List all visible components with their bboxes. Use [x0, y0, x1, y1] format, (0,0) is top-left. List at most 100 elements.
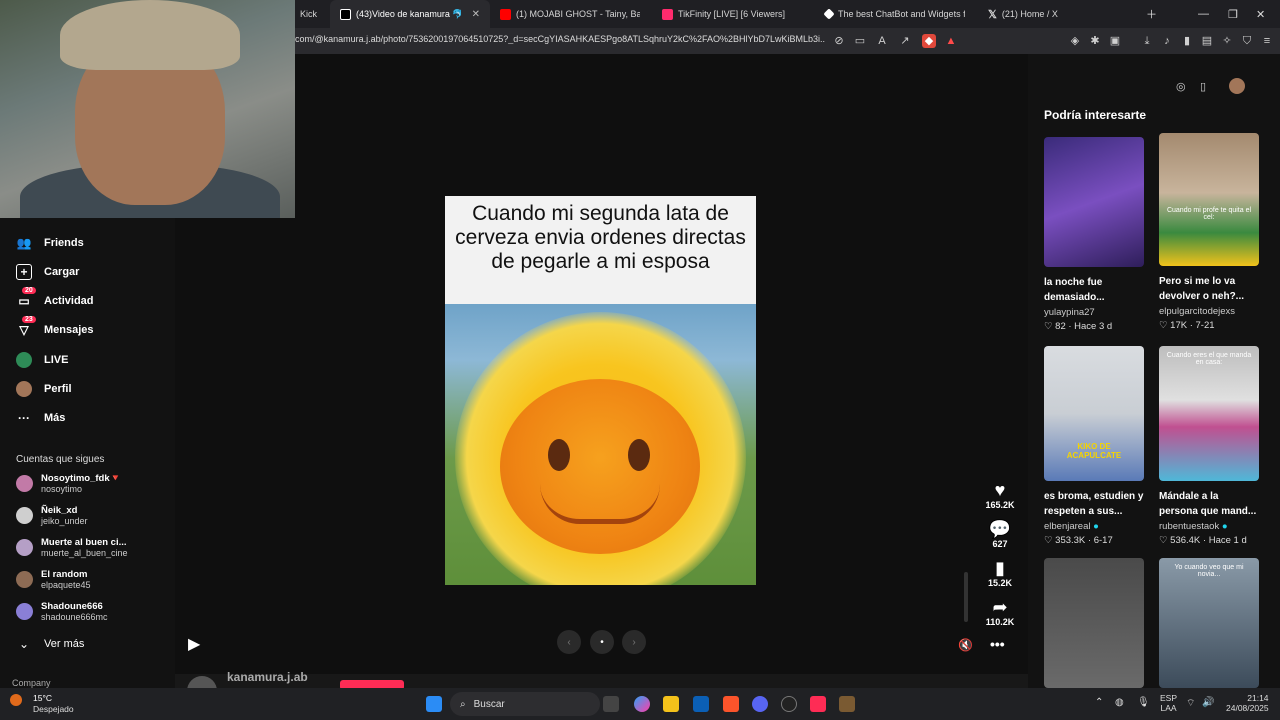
volume-icon[interactable]: 🔊 [1202, 697, 1214, 708]
discord-icon[interactable] [752, 696, 768, 712]
ai-icon[interactable]: ✧ [1220, 34, 1234, 48]
nav-more[interactable]: ··· Más [16, 410, 65, 426]
music-icon[interactable]: ♪ [1160, 34, 1174, 48]
author-name[interactable]: kanamura.j.ab [227, 670, 308, 684]
clock[interactable]: 21:14 24/08/2025 [1226, 693, 1269, 713]
like-button[interactable]: ♥ 165.2K [980, 480, 1020, 510]
volume-slider[interactable] [964, 572, 968, 622]
nav-activity[interactable]: ▭ 20 Actividad [16, 287, 94, 309]
play-icon[interactable]: ▶ [188, 634, 200, 654]
post-image[interactable]: Cuando mi segunda lata de cerveza envia … [445, 196, 756, 585]
screenshot-icon[interactable]: ▣ [1108, 34, 1122, 48]
following-item[interactable]: El random elpaquete45 [16, 569, 91, 590]
brave-shield-icon[interactable]: ◆ [922, 34, 936, 48]
following-item[interactable]: Ñeik_xd jeiko_under [16, 505, 88, 526]
extension-icon[interactable]: ◈ [1068, 34, 1082, 48]
share-button[interactable]: ➦ 110.2K [980, 597, 1020, 627]
suggestion-card[interactable]: Yo cuando veo que mi novia... [1159, 558, 1259, 688]
compass-icon[interactable]: ◎ [1176, 80, 1186, 93]
following-item[interactable]: Nosoytimo_fdk🔻 nosoytimo [16, 473, 121, 494]
card-stats: ♡ 82 · Hace 3 d [1044, 321, 1113, 332]
suggestion-card[interactable] [1044, 558, 1144, 688]
vpn-icon[interactable]: ⛉ [1240, 34, 1254, 48]
copilot-icon[interactable] [634, 696, 650, 712]
close-icon[interactable]: ✕ [472, 9, 480, 20]
suggestion-card[interactable]: Cuando eres el que manda en casa: Mándal… [1159, 346, 1259, 546]
tab-x[interactable]: 𝕏 (21) Home / X [978, 0, 1138, 28]
nav-upload[interactable]: + Cargar [16, 264, 79, 280]
carousel-next-button[interactable]: › [622, 630, 646, 654]
download-icon[interactable]: ⤓ [1140, 34, 1154, 48]
store-icon[interactable] [693, 696, 709, 712]
tab-tiktok-active[interactable]: (43)Video de kanamura 🐬 ( ✕ [330, 0, 490, 28]
menu-icon[interactable]: ≡ [1260, 34, 1274, 48]
rewards-icon[interactable]: ▲ [944, 34, 958, 48]
plus-icon: ＋ [1146, 9, 1157, 21]
see-more-button[interactable]: ⌄ Ver más [16, 636, 84, 652]
chevron-up-icon[interactable]: ⌃ [1095, 697, 1103, 708]
translate-icon[interactable]: A [875, 34, 889, 48]
tab-kick[interactable]: Kick [290, 0, 330, 28]
suggestion-card[interactable]: Cuando mi profe te quita el cel: Pero si… [1159, 133, 1259, 331]
file-explorer-icon[interactable] [663, 696, 679, 712]
activity-badge: 20 [22, 287, 36, 294]
puzzle-icon[interactable]: ✱ [1088, 34, 1102, 48]
close-window-button[interactable]: ✕ [1256, 0, 1265, 28]
suggestion-card[interactable]: la noche fue demasiado... yulaypina27 ♡ … [1044, 137, 1144, 332]
maximize-button[interactable]: ❐ [1228, 0, 1238, 28]
tiktok-live-icon[interactable] [810, 696, 826, 712]
following-item[interactable]: Muerte al buen ci... muerte_al_buen_cine [16, 537, 128, 558]
weather-desc[interactable]: Despejado [33, 704, 74, 714]
obs-icon[interactable] [781, 696, 797, 712]
new-tab-button[interactable]: ＋ [1146, 0, 1157, 28]
brave-icon[interactable] [723, 696, 739, 712]
share-page-icon[interactable]: ↗ [898, 34, 912, 48]
weather-temp[interactable]: 15°C [33, 693, 52, 703]
suggestion-card[interactable]: KIKO DE ACAPULCATE es broma, estudien y … [1044, 346, 1144, 546]
windows-start-icon[interactable] [426, 696, 442, 712]
sidebar-icon[interactable]: ▮ [1180, 34, 1194, 48]
tab-chatbot[interactable]: The best ChatBot and Widgets for K [815, 0, 975, 28]
carousel-dot[interactable]: • [590, 630, 614, 654]
tab-youtube[interactable]: (1) MOJABI GHOST - Tainy, Bad Bun [490, 0, 650, 28]
cast-icon[interactable]: ▭ [853, 34, 867, 48]
carousel-prev-button[interactable]: ‹ [557, 630, 581, 654]
mute-icon[interactable]: 🔇 [958, 638, 973, 652]
network-icon[interactable]: ◍ [1115, 697, 1124, 708]
nav-live[interactable]: LIVE [16, 352, 68, 368]
task-view-icon[interactable] [603, 696, 619, 712]
url-field[interactable]: com/@kanamura.j.ab/photo/753620019706451… [295, 34, 825, 44]
phone-icon[interactable]: ▯ [1200, 80, 1206, 93]
eye-off-icon[interactable]: ⊘ [832, 34, 846, 48]
following-name: Shadoune666 [41, 601, 103, 612]
tab-label: (43)Video de kanamura 🐬 ( [356, 8, 461, 19]
more-options-icon[interactable]: ••• [990, 636, 1005, 652]
verified-icon: ● [1221, 521, 1228, 532]
tiktok-icon [340, 8, 351, 20]
language-indicator[interactable]: ESP LAA [1160, 693, 1177, 713]
thumbnail [1044, 137, 1144, 267]
user-avatar[interactable] [1229, 78, 1245, 94]
following-item[interactable]: Shadoune666 shadoune666mc [16, 601, 108, 622]
card-title: Pero si me lo va devolver o neh?... [1159, 276, 1245, 302]
avatar [16, 603, 33, 620]
bookmark-button[interactable]: ▮ 15.2K [980, 558, 1020, 588]
nav-label: LIVE [44, 354, 69, 366]
minimize-button[interactable]: — [1198, 0, 1209, 28]
mic-icon[interactable]: 🎙 [1137, 697, 1150, 708]
minecraft-icon[interactable] [839, 696, 855, 712]
windows-taskbar: 15°C Despejado ⌕ Buscar ⌃ ◍ 🎙 ESP LAA ⌔ … [0, 688, 1280, 720]
company-link[interactable]: Company [12, 678, 51, 688]
wallet-icon[interactable]: ▤ [1200, 34, 1214, 48]
nav-messages[interactable]: ▽ 23 Mensajes [16, 316, 94, 338]
card-title: es broma, estudien y respeten a sus... [1044, 491, 1144, 517]
nav-label: Actividad [44, 295, 94, 307]
wifi-icon[interactable]: ⌔ [1186, 697, 1195, 710]
following-name: Ñeik_xd [41, 505, 78, 516]
taskbar-search[interactable]: ⌕ Buscar [450, 692, 600, 716]
nav-profile[interactable]: Perfil [16, 381, 72, 397]
comment-button[interactable]: 💬 627 [980, 519, 1020, 549]
tab-tikfinity[interactable]: TikFinity [LIVE] [6 Viewers] [652, 0, 812, 28]
nav-friends[interactable]: 👥 Friends [16, 235, 84, 251]
comment-icon: 💬 [988, 519, 1012, 539]
